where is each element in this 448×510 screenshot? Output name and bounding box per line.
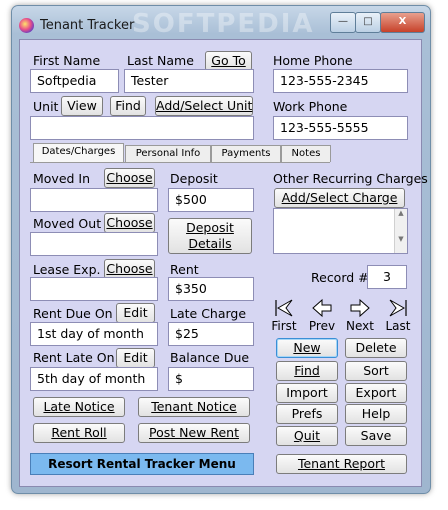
next-label: Next	[346, 319, 374, 333]
scroll-up-icon[interactable]: ▲	[395, 209, 407, 217]
last-label: Last	[385, 319, 411, 333]
prev-label: Prev	[308, 319, 336, 333]
deposit-details-line1: Deposit	[186, 220, 234, 235]
rent-roll-button[interactable]: Rent Roll	[33, 423, 125, 443]
sort-button[interactable]: Sort	[345, 361, 407, 381]
last-record-nav[interactable]: Last	[382, 298, 414, 333]
last-record-icon	[389, 299, 407, 317]
unit-label: Unit	[33, 99, 59, 114]
window-title: Tenant Tracker	[40, 18, 135, 33]
view-unit-button[interactable]: View	[61, 96, 103, 116]
rent-due-on-label: Rent Due On	[33, 306, 113, 321]
home-phone-field[interactable]: 123-555-2345	[273, 69, 408, 93]
moved-in-label: Moved In	[33, 171, 91, 186]
save-button[interactable]: Save	[345, 426, 407, 446]
last-name-field[interactable]: Tester	[124, 69, 254, 93]
help-button[interactable]: Help	[345, 404, 407, 424]
tenant-report-button[interactable]: Tenant Report	[276, 454, 407, 474]
prefs-button[interactable]: Prefs	[276, 404, 338, 424]
close-icon[interactable]: X	[380, 12, 425, 33]
moved-out-label: Moved Out	[33, 216, 102, 231]
first-record-icon	[275, 299, 293, 317]
go-to-button[interactable]: Go To	[205, 51, 252, 71]
new-button[interactable]: New	[276, 338, 338, 358]
late-notice-button[interactable]: Late Notice	[33, 397, 125, 417]
record-label: Record #	[311, 270, 369, 285]
edit-rent-due-button[interactable]: Edit	[116, 303, 155, 323]
rent-late-on-field[interactable]: 5th day of month	[30, 367, 158, 391]
other-recurring-label: Other Recurring Charges	[273, 171, 428, 186]
maximize-icon[interactable]: □	[355, 12, 381, 33]
watermark: SOFTPEDIA	[132, 9, 315, 39]
prev-record-nav[interactable]: Prev	[306, 298, 338, 333]
export-button[interactable]: Export	[345, 383, 407, 403]
scroll-down-icon[interactable]: ▼	[395, 235, 407, 243]
deposit-details-line2: Details	[188, 236, 232, 251]
moved-in-field[interactable]	[30, 188, 158, 212]
choose-lease-exp-button[interactable]: Choose	[104, 259, 155, 279]
choose-moved-in-button[interactable]: Choose	[104, 168, 155, 188]
deposit-field[interactable]: $500	[168, 188, 254, 212]
last-name-label: Last Name	[127, 53, 194, 68]
unit-field[interactable]	[30, 116, 254, 140]
resort-menu-button[interactable]: Resort Rental Tracker Menu	[30, 453, 254, 475]
first-name-label: First Name	[33, 53, 101, 68]
late-charge-label: Late Charge	[170, 306, 247, 321]
delete-button[interactable]: Delete	[345, 338, 407, 358]
first-label: First	[271, 319, 297, 333]
quit-button[interactable]: Quit	[276, 426, 338, 446]
tab-notes[interactable]: Notes	[281, 145, 331, 162]
edit-rent-late-button[interactable]: Edit	[116, 348, 155, 368]
add-select-charge-button[interactable]: Add/Select Charge	[274, 188, 405, 208]
next-record-nav[interactable]: Next	[344, 298, 376, 333]
app-logo-icon	[19, 18, 34, 33]
tenant-notice-button[interactable]: Tenant Notice	[138, 397, 250, 417]
rent-label: Rent	[170, 262, 199, 277]
scrollbar[interactable]: ▲ ▼	[394, 209, 407, 253]
import-button[interactable]: Import	[276, 383, 338, 403]
tab-divider	[30, 162, 330, 163]
record-field[interactable]: 3	[367, 265, 407, 289]
add-select-unit-button[interactable]: Add/Select Unit	[155, 96, 253, 116]
home-phone-label: Home Phone	[273, 53, 353, 68]
balance-due-field[interactable]: $	[168, 367, 254, 391]
deposit-label: Deposit	[170, 171, 218, 186]
work-phone-label: Work Phone	[273, 99, 348, 114]
first-name-field[interactable]: Softpedia	[30, 69, 119, 93]
rent-late-on-label: Rent Late On	[33, 350, 115, 365]
title-bar[interactable]: Tenant Tracker SOFTPEDIA — □ X	[12, 6, 430, 39]
lease-exp-label: Lease Exp.	[33, 262, 101, 277]
rent-due-on-field[interactable]: 1st day of month	[30, 322, 158, 346]
tab-payments[interactable]: Payments	[211, 145, 281, 162]
find-unit-button[interactable]: Find	[110, 96, 146, 116]
minimize-icon[interactable]: —	[330, 12, 356, 33]
moved-out-field[interactable]	[30, 232, 158, 256]
tab-personal-info[interactable]: Personal Info	[125, 145, 211, 162]
balance-due-label: Balance Due	[170, 350, 250, 365]
recurring-charges-list[interactable]: ▲ ▼	[273, 208, 408, 254]
next-record-icon	[350, 298, 370, 318]
find-button[interactable]: Find	[276, 361, 338, 381]
late-charge-field[interactable]: $25	[168, 322, 254, 346]
deposit-details-button[interactable]: Deposit Details	[168, 218, 252, 254]
first-record-nav[interactable]: First	[268, 298, 300, 333]
rent-field[interactable]: $350	[168, 277, 254, 301]
choose-moved-out-button[interactable]: Choose	[104, 213, 155, 233]
work-phone-field[interactable]: 123-555-5555	[273, 116, 408, 140]
lease-exp-field[interactable]	[30, 277, 158, 301]
prev-record-icon	[312, 298, 332, 318]
tab-dates-charges[interactable]: Dates/Charges	[33, 143, 124, 163]
post-new-rent-button[interactable]: Post New Rent	[138, 423, 250, 443]
